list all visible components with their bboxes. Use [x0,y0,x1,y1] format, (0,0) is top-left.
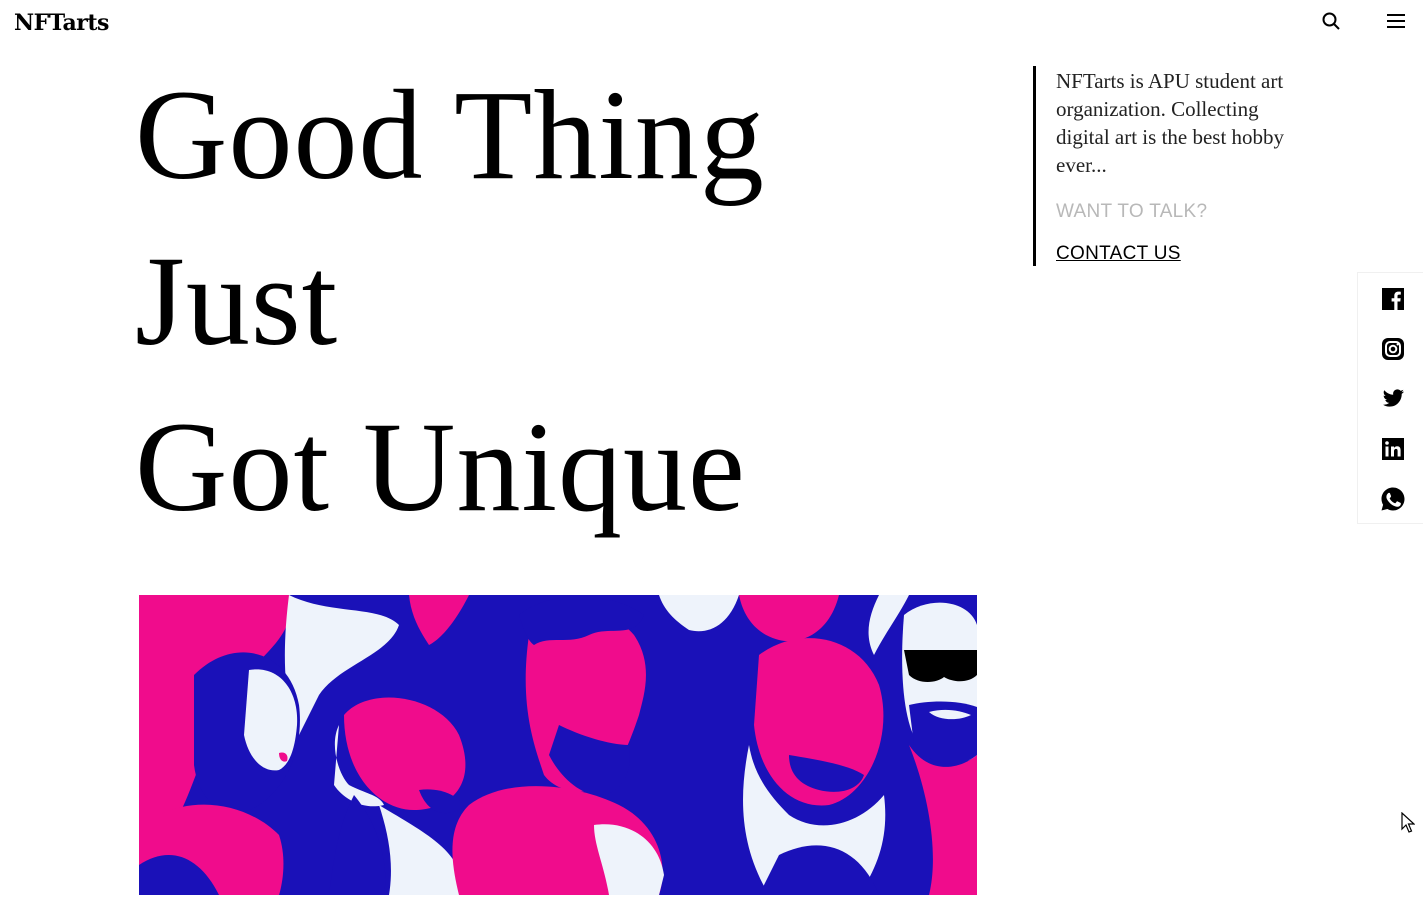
hero-line-3: Got Unique [135,396,746,538]
search-icon[interactable] [1320,10,1342,32]
hero-line-2: Just [135,230,339,372]
hero-headline: Good Thing Just Got Unique [135,52,765,550]
instagram-icon[interactable] [1380,336,1406,362]
want-to-talk-label: WANT TO TALK? [1056,201,1208,222]
about-text: NFTarts is APU student art organization.… [1056,69,1285,177]
social-sidebar [1357,272,1423,524]
linkedin-icon[interactable] [1380,436,1406,462]
twitter-icon[interactable] [1380,386,1406,412]
site-logo[interactable]: NFTarts [14,10,109,36]
hero-line-1: Good Thing [135,64,765,206]
hero-artwork-image [139,595,977,895]
facebook-icon[interactable] [1380,286,1406,312]
whatsapp-icon[interactable] [1380,486,1406,512]
about-panel: NFTarts is APU student art organization.… [1033,66,1293,266]
mouse-cursor-icon [1401,811,1416,834]
contact-us-link[interactable]: CONTACT US [1056,243,1181,265]
menu-icon[interactable] [1385,10,1407,32]
